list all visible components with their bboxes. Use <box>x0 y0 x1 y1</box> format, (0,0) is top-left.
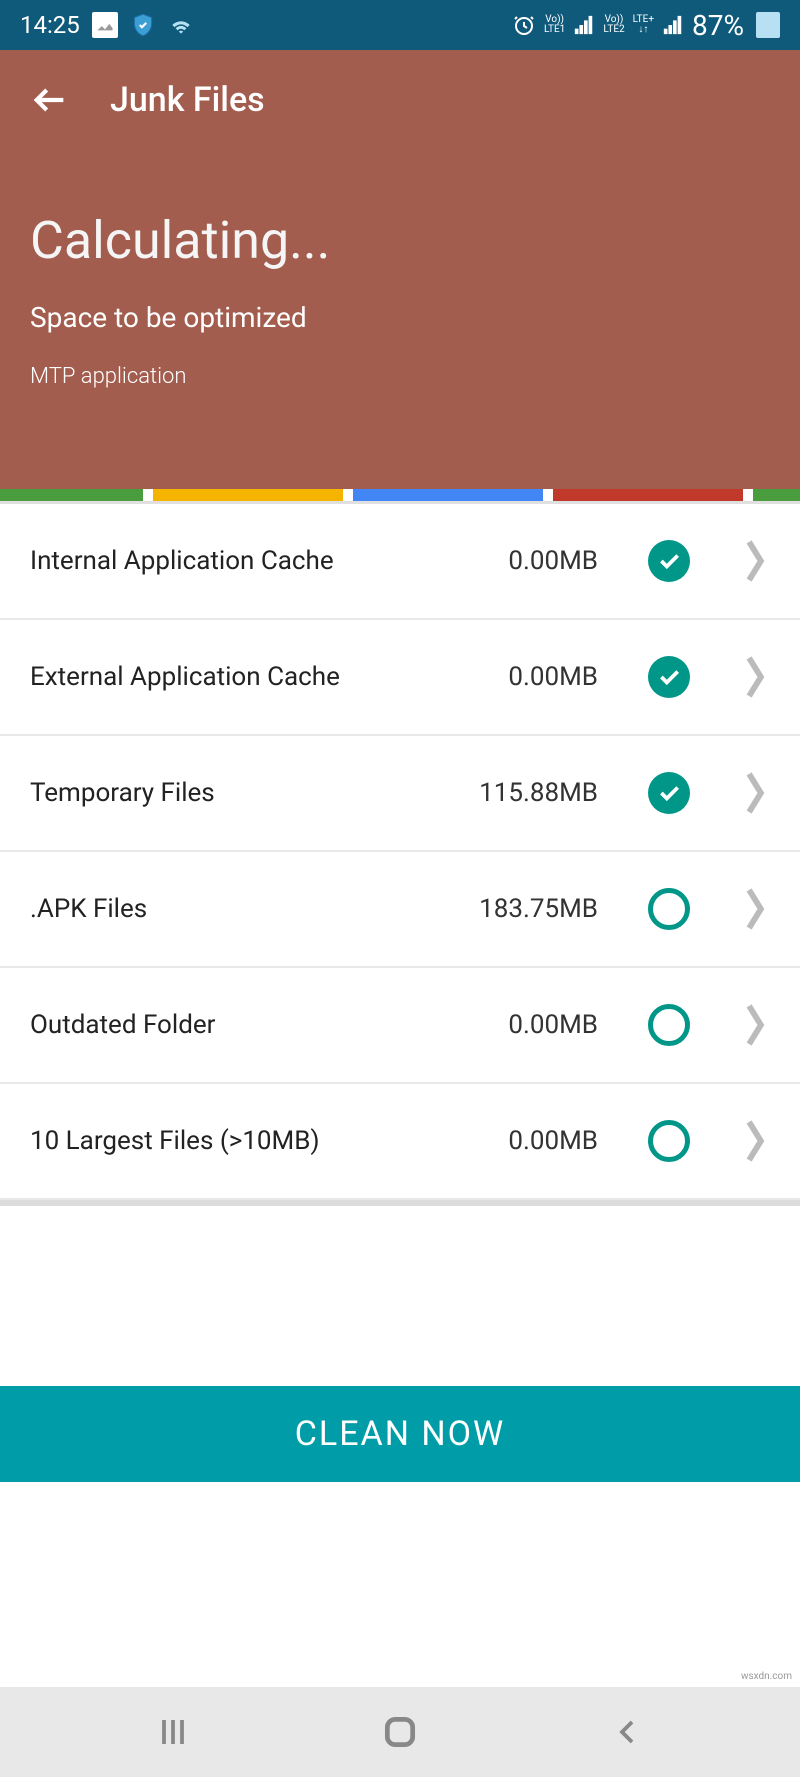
chevron-right-icon[interactable] <box>740 768 770 818</box>
list-item-temp-files[interactable]: Temporary Files 115.88MB <box>0 736 800 852</box>
checkbox[interactable] <box>648 540 690 582</box>
battery-percent: 87% <box>692 9 744 42</box>
calculating-status: Calculating... <box>30 210 770 271</box>
chevron-right-icon[interactable] <box>740 1116 770 1166</box>
strip-segment <box>153 489 343 501</box>
checkbox[interactable] <box>648 888 690 930</box>
chevron-right-icon[interactable] <box>740 884 770 934</box>
list-item-outdated-folder[interactable]: Outdated Folder 0.00MB <box>0 968 800 1084</box>
lte-indicator: LTE+ ↓↑ <box>633 15 654 35</box>
item-label: External Application Cache <box>30 662 448 692</box>
back-arrow-icon[interactable] <box>30 80 70 120</box>
chevron-right-icon[interactable] <box>740 652 770 702</box>
item-size: 183.75MB <box>468 894 598 924</box>
junk-list: Internal Application Cache 0.00MB Extern… <box>0 504 800 1200</box>
list-item-largest-files[interactable]: 10 Largest Files (>10MB) 0.00MB <box>0 1084 800 1200</box>
checkbox[interactable] <box>648 656 690 698</box>
nav-bar <box>0 1687 800 1777</box>
item-label: 10 Largest Files (>10MB) <box>30 1126 448 1156</box>
item-size: 0.00MB <box>468 546 598 576</box>
nav-recent-button[interactable] <box>133 1707 213 1757</box>
progress-strip <box>0 489 800 501</box>
subtitle: Space to be optimized <box>30 301 770 334</box>
battery-icon <box>756 12 780 38</box>
app-bar: Junk Files <box>30 80 770 120</box>
watermark: wsxdn.com <box>741 1671 792 1682</box>
list-end-divider <box>0 1200 800 1206</box>
item-label: .APK Files <box>30 894 448 924</box>
header: Junk Files Calculating... Space to be op… <box>0 50 800 489</box>
chevron-right-icon[interactable] <box>740 1000 770 1050</box>
strip-segment <box>553 489 743 501</box>
status-time: 14:25 <box>20 11 80 39</box>
nav-home-button[interactable] <box>360 1707 440 1757</box>
item-size: 115.88MB <box>468 778 598 808</box>
checkbox[interactable] <box>648 772 690 814</box>
sim2-indicator: Vo)) LTE2 <box>603 15 624 35</box>
image-icon <box>92 12 118 38</box>
signal2-icon <box>662 14 684 36</box>
item-size: 0.00MB <box>468 1126 598 1156</box>
list-item-apk-files[interactable]: .APK Files 183.75MB <box>0 852 800 968</box>
list-item-internal-cache[interactable]: Internal Application Cache 0.00MB <box>0 504 800 620</box>
check-icon <box>656 548 682 574</box>
strip-segment <box>353 489 543 501</box>
alarm-icon <box>512 13 536 37</box>
item-size: 0.00MB <box>468 1010 598 1040</box>
strip-segment <box>753 489 800 501</box>
item-size: 0.00MB <box>468 662 598 692</box>
status-bar: 14:25 Vo)) LTE1 Vo)) LTE2 LTE+ ↓↑ 87% <box>0 0 800 50</box>
page-title: Junk Files <box>110 80 265 120</box>
scan-detail: MTP application <box>30 364 770 389</box>
list-item-external-cache[interactable]: External Application Cache 0.00MB <box>0 620 800 736</box>
wifi-icon <box>168 12 194 38</box>
check-icon <box>656 664 682 690</box>
item-label: Outdated Folder <box>30 1010 448 1040</box>
item-label: Temporary Files <box>30 778 448 808</box>
checkbox[interactable] <box>648 1120 690 1162</box>
shield-icon <box>130 12 156 38</box>
checkbox[interactable] <box>648 1004 690 1046</box>
signal1-icon <box>573 14 595 36</box>
nav-back-button[interactable] <box>587 1707 667 1757</box>
item-label: Internal Application Cache <box>30 546 448 576</box>
clean-now-button[interactable]: CLEAN NOW <box>0 1386 800 1482</box>
sim1-indicator: Vo)) LTE1 <box>544 15 565 35</box>
status-left: 14:25 <box>20 11 194 39</box>
check-icon <box>656 780 682 806</box>
status-right: Vo)) LTE1 Vo)) LTE2 LTE+ ↓↑ 87% <box>512 9 780 42</box>
chevron-right-icon[interactable] <box>740 536 770 586</box>
strip-segment <box>0 489 143 501</box>
